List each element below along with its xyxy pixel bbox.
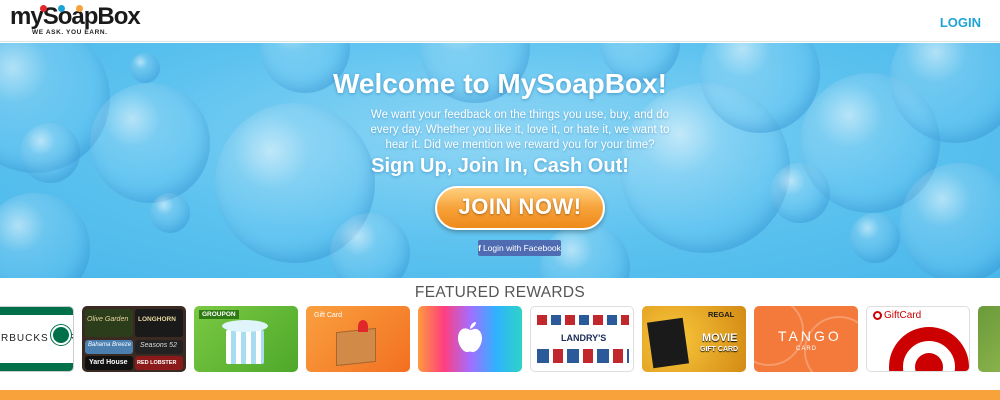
starbucks-stripe-bottom [0,363,73,371]
bubble-decoration [330,213,410,278]
target-gift-card-label: GiftCard [884,310,922,321]
darden-label: Bahama Breeze [88,342,132,348]
apple-logo-icon [456,320,484,354]
wooden-box-icon [336,327,376,367]
reward-card-partial[interactable] [978,306,1000,372]
gift-box-icon [226,330,264,364]
groupon-label: GROUPON [199,310,239,319]
popcorn-bag-icon [646,317,690,369]
darden-tile [135,309,183,337]
darden-label: Olive Garden [87,316,129,323]
logo-wordmark: mySoapBox [10,3,141,30]
bubble-decoration [0,193,90,278]
gift-bow-icon [358,320,368,332]
darden-label: Seasons 52 [140,342,177,349]
header: mySoapBox WE ASK. YOU EARN. LOGIN [0,0,1000,42]
tango-card-label: CARD [796,346,818,352]
reward-card-home-depot[interactable]: Gift Card [306,306,410,372]
facebook-login-label: Login with Facebook [482,243,561,253]
reward-card-starbucks[interactable]: RBUCKS CARD [0,306,74,372]
bubble-decoration [850,213,900,263]
starbucks-stripe [0,307,73,315]
reward-card-target[interactable]: GiftCard [866,306,970,372]
hero-description: We want your feedback on the things you … [370,109,670,151]
home-depot-gift-card-label: Gift Card [314,312,343,319]
regal-gift-card-label: GIFT CARD [700,346,739,353]
landrys-logos-row [537,315,629,325]
target-logo-icon [873,311,882,320]
reward-card-darden[interactable]: Olive Garden LONGHORN Bahama Breeze Seas… [82,306,186,372]
regal-label: REGAL [708,310,735,319]
darden-label: RED LOBSTER [137,360,177,366]
featured-rewards-title: FEATURED REWARDS [414,284,586,301]
landrys-logos-row [537,349,629,363]
darden-label: LONGHORN [138,316,176,323]
reward-card-landrys[interactable]: LANDRY'S [530,306,634,372]
bubble-decoration [90,83,210,203]
logo-dot-orange [76,5,83,12]
reward-card-regal[interactable]: REGAL MOVIE GIFT CARD [642,306,746,372]
reward-card-tango[interactable]: TANGO CARD [754,306,858,372]
regal-movie-label: MOVIE [702,332,738,344]
hero-title: Welcome to MySoapBox! [333,68,667,99]
logo-tagline: WE ASK. YOU EARN. [32,29,108,36]
login-link[interactable]: LOGIN [940,15,981,30]
hero-slogan: Sign Up, Join In, Cash Out! [371,155,629,177]
darden-tile [85,309,133,337]
gift-bow-icon [222,320,268,332]
featured-rewards-carousel: RBUCKS CARD Olive Garden LONGHORN Bahama… [0,306,1000,372]
join-now-button[interactable]: JOIN NOW! [435,186,605,230]
reward-card-itunes[interactable] [418,306,522,372]
landrys-label: LANDRY'S [561,333,607,343]
tango-label: TANGO [778,328,842,344]
logo-dot-red [40,5,47,12]
darden-label: Yard House [89,359,128,366]
starbucks-logo-icon [51,325,71,345]
bubble-decoration [150,193,190,233]
reward-card-groupon[interactable]: GROUPON [194,306,298,372]
hero-banner: Welcome to MySoapBox! We want your feedb… [0,43,1000,278]
footer-band [0,390,1000,400]
mysoapbox-logo[interactable]: mySoapBox WE ASK. YOU EARN. [10,4,141,38]
facebook-login-button[interactable]: f Login with Facebook [478,240,561,256]
facebook-icon: f [478,243,481,253]
logo-dot-blue [58,5,65,12]
tango-circle-decoration [804,316,858,372]
